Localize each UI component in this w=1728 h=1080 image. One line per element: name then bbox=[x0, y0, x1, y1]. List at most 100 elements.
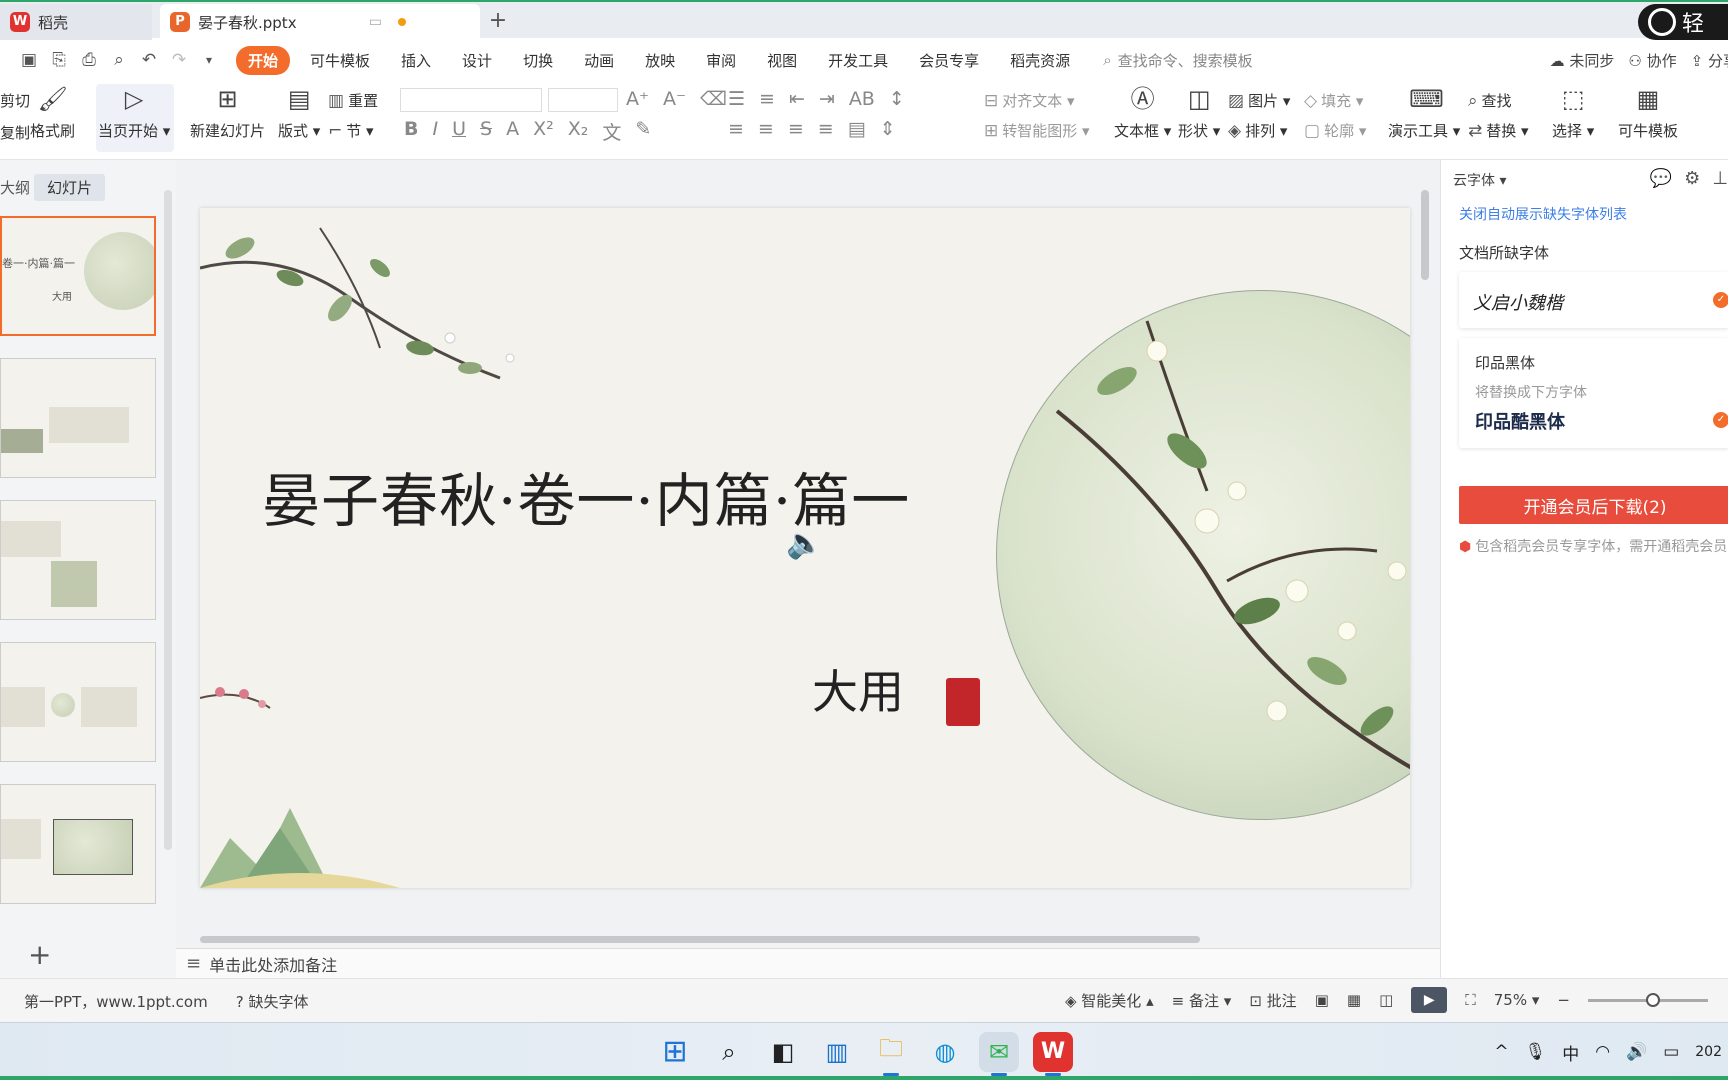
fit-window-icon[interactable]: ⛶ bbox=[1465, 991, 1476, 1009]
menu-transition[interactable]: 切换 bbox=[523, 50, 553, 71]
tab-document[interactable]: P 晏子春秋.pptx ▭ bbox=[160, 4, 480, 40]
vertical-scrollbar[interactable] bbox=[1420, 190, 1430, 890]
textbox-button[interactable]: Ⓐ 文本框 ▾ bbox=[1114, 84, 1171, 141]
notes-area[interactable]: ≡ 单击此处添加备注 bbox=[176, 948, 1440, 978]
menu-design[interactable]: 设计 bbox=[462, 50, 492, 71]
slide-thumbnail-5[interactable] bbox=[0, 784, 156, 904]
missing-font-card-2[interactable]: 印品黑体 将替换成下方字体 印品酷黑体 ✓ bbox=[1459, 338, 1728, 448]
cut-button[interactable]: 剪切 bbox=[0, 90, 30, 111]
zoom-slider[interactable] bbox=[1588, 992, 1708, 1007]
grid-view-icon[interactable]: ▦ bbox=[1347, 991, 1361, 1009]
grow-font-icon[interactable]: A⁺ bbox=[626, 88, 649, 110]
save-icon[interactable]: ▣ bbox=[18, 49, 40, 71]
windows-start-icon[interactable]: ⊞ bbox=[655, 1032, 695, 1072]
close-auto-display-link[interactable]: 关闭自动展示缺失字体列表 bbox=[1459, 204, 1627, 224]
collaborate-button[interactable]: ⚇ 协作 bbox=[1628, 50, 1676, 71]
missing-font-status[interactable]: ? 缺失字体 bbox=[236, 991, 309, 1012]
sync-status[interactable]: ☁ 未同步 bbox=[1550, 50, 1615, 71]
horizontal-scroll-thumb[interactable] bbox=[200, 936, 1200, 943]
present-tools-button[interactable]: ⌨ 演示工具 ▾ bbox=[1388, 84, 1460, 141]
notes-toggle[interactable]: ≡ 备注 ▾ bbox=[1172, 990, 1232, 1011]
para-spacing-icon[interactable]: ⇕ bbox=[880, 118, 896, 140]
play-slideshow-button[interactable]: ▶ bbox=[1411, 987, 1448, 1013]
zoom-level[interactable]: 75% ▾ bbox=[1494, 991, 1540, 1009]
edge-browser-icon[interactable]: ◍ bbox=[925, 1032, 965, 1072]
volume-icon[interactable]: 🔊 bbox=[1626, 1042, 1647, 1062]
clear-format-icon[interactable]: ⌫ bbox=[700, 88, 727, 110]
gear-icon[interactable]: ⚙ bbox=[1684, 168, 1700, 189]
wps-office-icon[interactable]: W bbox=[1033, 1031, 1073, 1076]
slide-author[interactable]: 大用 bbox=[812, 656, 904, 722]
italic-icon[interactable]: I bbox=[432, 118, 438, 145]
font-family-select[interactable] bbox=[400, 88, 542, 112]
format-painter-button[interactable]: 🖌 格式刷 bbox=[30, 84, 75, 141]
download-fonts-button[interactable]: 开通会员后下载(2) bbox=[1459, 486, 1728, 524]
copy-button[interactable]: 复制 bbox=[0, 122, 30, 143]
numbering-icon[interactable]: ≡ bbox=[759, 88, 775, 110]
audio-speaker-icon[interactable]: 🔈 bbox=[786, 526, 823, 561]
subscript-icon[interactable]: X₂ bbox=[568, 118, 589, 145]
zoom-out-button[interactable]: − bbox=[1557, 991, 1570, 1009]
bold-icon[interactable]: B bbox=[404, 118, 418, 145]
share-button[interactable]: ⇪ 分享 bbox=[1691, 50, 1728, 71]
normal-view-icon[interactable]: ▣ bbox=[1315, 991, 1329, 1009]
arrange-button[interactable]: ◈ 排列 ▾ bbox=[1228, 120, 1287, 141]
new-tab-button[interactable]: + bbox=[484, 8, 512, 33]
tray-chevron-icon[interactable]: ^ bbox=[1494, 1042, 1508, 1062]
justify-icon[interactable]: ≡ bbox=[818, 118, 834, 140]
menu-review[interactable]: 审阅 bbox=[706, 50, 736, 71]
panel-header[interactable]: 云字体 ▾ bbox=[1453, 170, 1506, 190]
slide-thumbnail-4[interactable] bbox=[0, 642, 156, 762]
tab-slides[interactable]: 幻灯片 bbox=[34, 174, 106, 201]
add-slide-button[interactable]: + bbox=[28, 938, 51, 971]
replace-button[interactable]: ⇄ 替换 ▾ bbox=[1468, 120, 1529, 141]
line-spacing-icon[interactable]: ↕ bbox=[889, 88, 905, 110]
reading-view-icon[interactable]: ◫ bbox=[1379, 991, 1393, 1009]
smart-shape-button[interactable]: ⊞ 转智能图形 ▾ bbox=[984, 120, 1090, 141]
select-button[interactable]: ⬚ 选择 ▾ bbox=[1552, 84, 1594, 141]
search-icon[interactable]: ⌕ bbox=[709, 1032, 749, 1072]
tab-outline[interactable]: 大纲 bbox=[0, 177, 34, 198]
comments-toggle[interactable]: ⊡ 批注 bbox=[1249, 990, 1296, 1011]
align-center-icon[interactable]: ≡ bbox=[758, 118, 774, 140]
vertical-scroll-thumb[interactable] bbox=[1421, 190, 1429, 280]
layout-button[interactable]: ▤ 版式 ▾ bbox=[278, 84, 320, 141]
menu-home[interactable]: 开始 bbox=[236, 45, 291, 75]
zoom-slider-knob[interactable] bbox=[1646, 992, 1660, 1007]
menu-developer[interactable]: 开发工具 bbox=[828, 50, 888, 71]
kn-template-button[interactable]: ▦ 可牛模板 bbox=[1618, 84, 1678, 141]
beautify-button[interactable]: ◈ 智能美化 ▴ bbox=[1065, 990, 1154, 1011]
menu-docer-resources[interactable]: 稻壳资源 bbox=[1010, 50, 1070, 71]
wifi-icon[interactable]: ◠ bbox=[1595, 1042, 1610, 1062]
export-icon[interactable]: ⎘ bbox=[48, 49, 70, 71]
more-chevron-icon[interactable]: ▾ bbox=[198, 49, 220, 71]
clock-year[interactable]: 202 bbox=[1695, 1044, 1722, 1060]
menu-insert[interactable]: 插入 bbox=[401, 50, 431, 71]
comment-icon[interactable]: 💬 bbox=[1650, 168, 1672, 189]
tab-docer-home[interactable]: W 稻壳 bbox=[0, 4, 152, 40]
fill-button[interactable]: ◇ 填充 ▾ bbox=[1304, 90, 1363, 111]
file-explorer-icon[interactable]: 🗀 bbox=[871, 1032, 911, 1076]
slide-canvas[interactable]: 晏子春秋·卷一·内篇·篇一 🔈 大用 bbox=[200, 208, 1410, 888]
font-size-select[interactable] bbox=[548, 88, 618, 112]
section-button[interactable]: ⌐ 节 ▾ bbox=[328, 120, 374, 141]
ime-indicator[interactable]: 中 bbox=[1562, 1040, 1579, 1065]
slide-thumbnail-3[interactable] bbox=[0, 500, 156, 620]
task-view-icon[interactable]: ◧ bbox=[763, 1032, 803, 1072]
reset-button[interactable]: ▥ 重置 bbox=[328, 90, 378, 111]
text-direction-icon[interactable]: AB bbox=[849, 88, 875, 110]
phonetic-icon[interactable]: 文 bbox=[602, 118, 621, 145]
shrink-font-icon[interactable]: A⁻ bbox=[663, 88, 686, 110]
underline-icon[interactable]: U bbox=[452, 118, 466, 145]
shapes-button[interactable]: ◫ 形状 ▾ bbox=[1178, 84, 1220, 141]
play-from-current-button[interactable]: ▷ 当页开始 ▾ bbox=[98, 84, 170, 141]
distribute-icon[interactable]: ▤ bbox=[848, 118, 866, 140]
panel-scrollbar[interactable] bbox=[164, 190, 172, 850]
redo-icon[interactable]: ↷ bbox=[168, 49, 190, 71]
microphone-icon[interactable]: 🎙 bbox=[1525, 1042, 1547, 1062]
picture-button[interactable]: ▨ 图片 ▾ bbox=[1228, 90, 1290, 111]
find-button[interactable]: ⌕ 查找 bbox=[1468, 90, 1512, 111]
menu-kn-template[interactable]: 可牛模板 bbox=[310, 50, 370, 71]
new-slide-button[interactable]: ⊞ 新建幻灯片 bbox=[190, 84, 265, 141]
align-left-icon[interactable]: ≡ bbox=[728, 118, 744, 140]
